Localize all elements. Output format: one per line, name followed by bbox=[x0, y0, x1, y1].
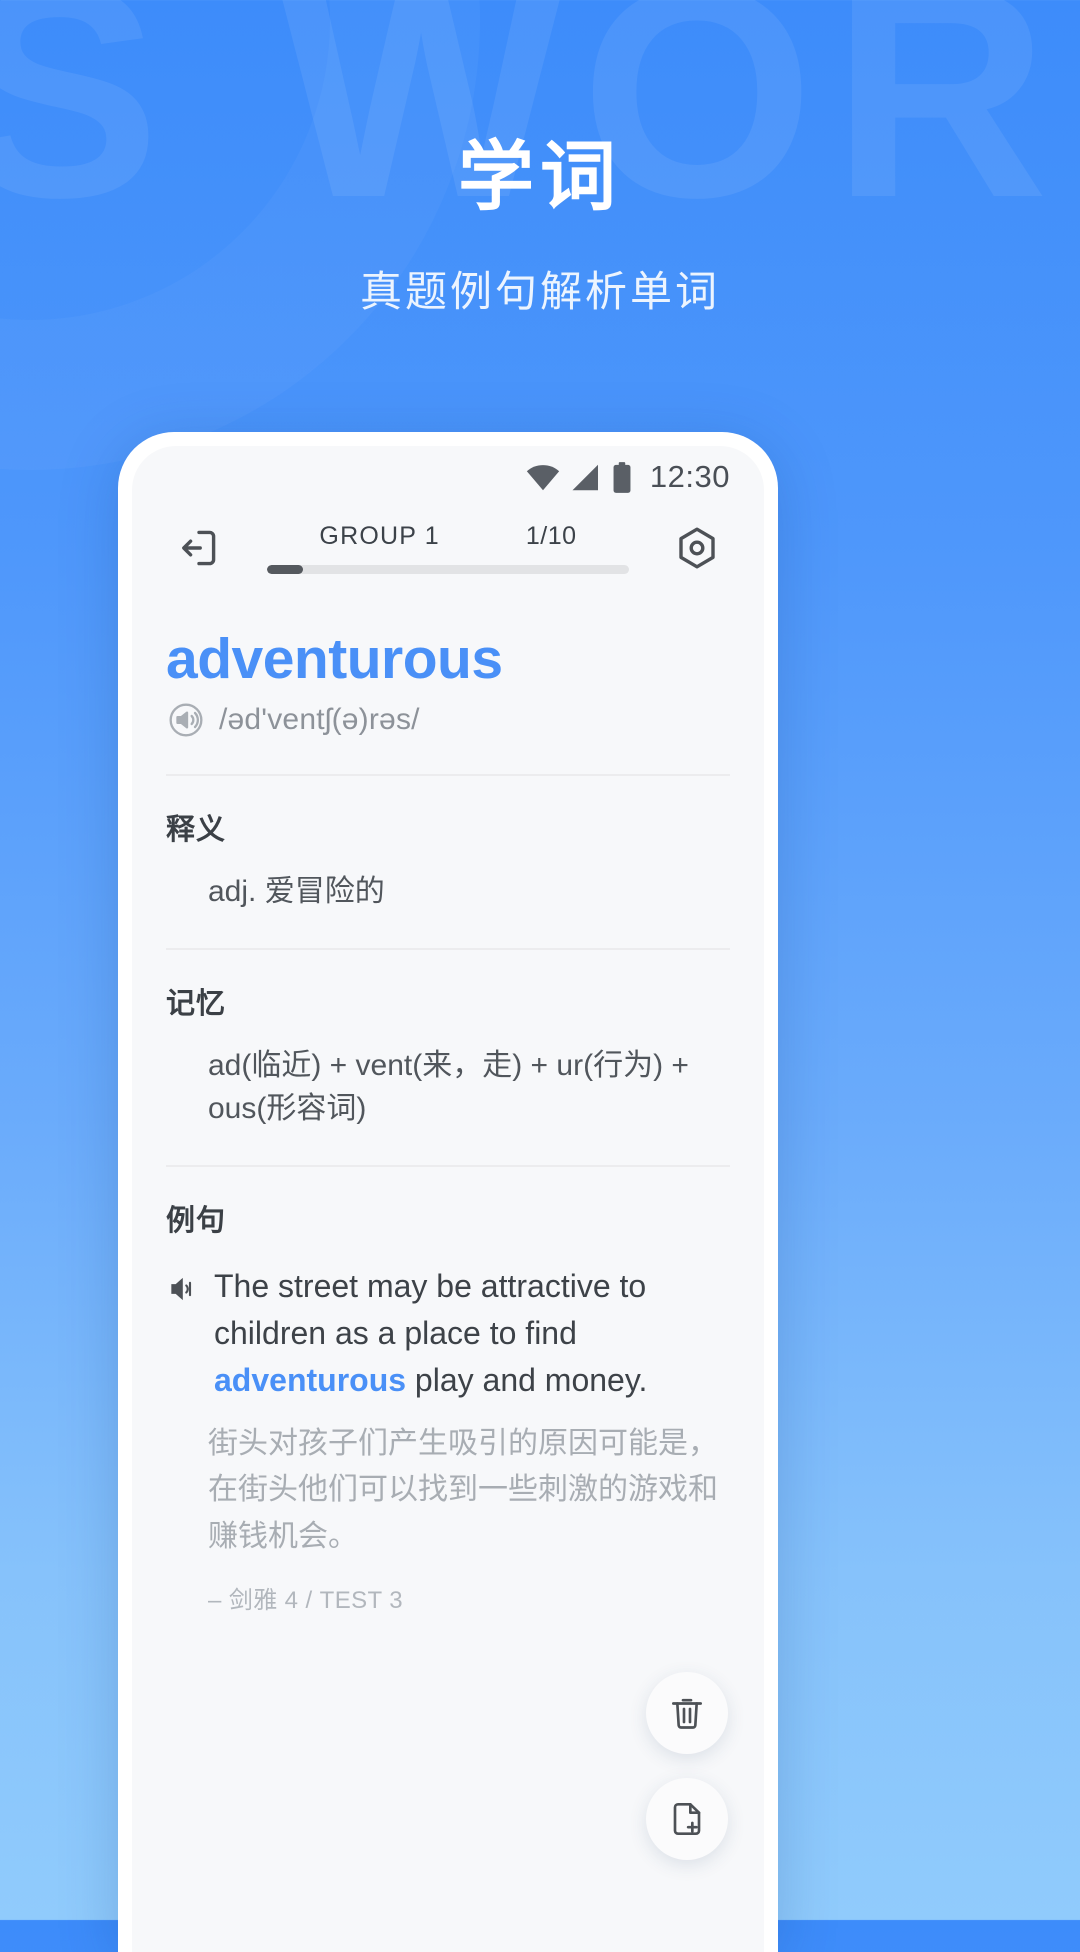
status-bar-time: 12:30 bbox=[649, 459, 730, 494]
delete-fab[interactable] bbox=[646, 1672, 728, 1754]
example-en-before: The street may be attractive to children… bbox=[214, 1267, 647, 1351]
definition-section: 释义 adj. 爱冒险的 bbox=[166, 776, 730, 914]
example-source: – 剑雅 4 / TEST 3 bbox=[208, 1587, 403, 1615]
progress-track bbox=[266, 565, 630, 574]
example-en-highlight: adventurous bbox=[214, 1362, 407, 1399]
page-subtitle: 真题例句解析单词 bbox=[359, 268, 720, 315]
battery-icon bbox=[612, 461, 632, 493]
example-section: 例句 The street may be attractive to child… bbox=[166, 1167, 730, 1616]
mnemonic-body: ad(临近) + vent(来，走) + ur(行为) + ous(形容词) bbox=[208, 1048, 689, 1126]
add-note-fab[interactable] bbox=[646, 1778, 728, 1860]
word-card: adventurous /əd'ventʃ(ə)rəs/ 释义 adj. 爱冒险… bbox=[132, 626, 764, 1615]
exit-icon bbox=[175, 524, 223, 572]
mnemonic-section: 记忆 ad(临近) + vent(来，走) + ur(行为) + ous(形容词… bbox=[166, 950, 730, 1131]
word-headline: adventurous bbox=[166, 627, 503, 691]
trash-icon bbox=[667, 1693, 707, 1733]
hexagon-settings-icon bbox=[673, 524, 721, 572]
wifi-icon bbox=[526, 464, 560, 491]
app-bar: GROUP 1 1/10 bbox=[132, 508, 764, 574]
progress-indicator: GROUP 1 1/10 bbox=[242, 518, 654, 574]
page-title: 学词 bbox=[458, 135, 622, 220]
document-add-icon bbox=[667, 1799, 707, 1839]
example-en-after: play and money. bbox=[406, 1362, 648, 1399]
floating-action-buttons bbox=[646, 1672, 728, 1860]
group-label: GROUP 1 bbox=[319, 522, 440, 550]
progress-fill bbox=[266, 565, 303, 574]
speaker-icon[interactable] bbox=[166, 1263, 198, 1405]
cellular-signal-icon bbox=[571, 464, 601, 491]
exit-button[interactable] bbox=[166, 518, 232, 572]
progress-count-label: 1/10 bbox=[525, 522, 577, 550]
progress-labels: GROUP 1 1/10 bbox=[242, 522, 654, 551]
hero-section: 学词 真题例句解析单词 bbox=[0, 0, 1080, 319]
phone-screen: 12:30 GROUP 1 1/10 adventurous /əd'ventʃ… bbox=[132, 446, 764, 1952]
phone-mockup-frame: 12:30 GROUP 1 1/10 adventurous /əd'ventʃ… bbox=[118, 432, 778, 1952]
definition-body: adj. 爱冒险的 bbox=[208, 875, 385, 908]
phonetic-text: /əd'ventʃ(ə)rəs/ bbox=[219, 703, 420, 736]
example-sentence-en: The street may be attractive to children… bbox=[214, 1263, 730, 1405]
example-sentence-cn: 街头对孩子们产生吸引的原因可能是，在街头他们可以找到一些刺激的游戏和赚钱机会。 bbox=[208, 1426, 718, 1553]
speaker-circle-icon[interactable] bbox=[166, 700, 206, 740]
status-bar: 12:30 bbox=[132, 446, 764, 508]
definition-title: 释义 bbox=[166, 814, 227, 846]
example-title: 例句 bbox=[166, 1204, 227, 1237]
pronunciation-row[interactable]: /əd'ventʃ(ə)rəs/ bbox=[166, 700, 730, 740]
settings-button[interactable] bbox=[664, 518, 730, 572]
mnemonic-title: 记忆 bbox=[166, 987, 227, 1020]
example-sentence-row[interactable]: The street may be attractive to children… bbox=[166, 1263, 730, 1405]
